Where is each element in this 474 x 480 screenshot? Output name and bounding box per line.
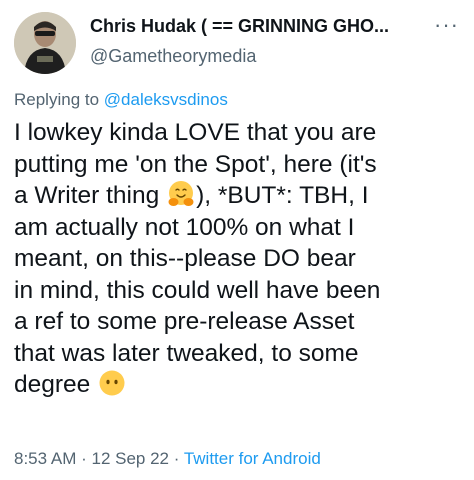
avatar[interactable] — [14, 12, 76, 74]
tweet-line: putting me 'on the Spot', here (it's — [14, 150, 377, 178]
tweet-line: in mind, this could well have been — [14, 276, 381, 304]
tweet-line: a Writer thing ), *BUT*: TBH, I — [14, 180, 466, 212]
replying-to-label: Replying to — [14, 90, 104, 109]
tweet-line-text: degree — [14, 371, 98, 398]
tweet-text: I lowkey kinda LOVE that you are putting … — [14, 117, 466, 401]
replying-to: Replying to @daleksvsdinos — [14, 90, 228, 110]
more-horizontal-icon[interactable]: ··· — [434, 12, 459, 38]
tweet-date[interactable]: 12 Sep 22 — [91, 449, 169, 468]
tweet-line: I lowkey kinda LOVE that you are — [14, 119, 377, 146]
face-without-mouth-emoji-icon — [98, 369, 126, 397]
tweet-line: meant, on this--please DO bear — [14, 245, 356, 272]
meta-separator: · — [76, 449, 92, 468]
author-handle[interactable]: @Gametheorymedia — [90, 46, 256, 67]
tweet-metadata: 8:53 AM · 12 Sep 22 · Twitter for Androi… — [14, 449, 321, 469]
hugging-face-emoji-icon — [167, 180, 195, 208]
tweet-line: a ref to some pre-release Asset — [14, 308, 355, 335]
meta-separator: · — [169, 449, 184, 468]
tweet-line: am actually not 100% on what I — [14, 213, 355, 241]
author-display-name[interactable]: Chris Hudak ( == GRINNING GHO... — [90, 16, 389, 37]
tweet-line: degree — [14, 369, 466, 401]
tweet-header: Chris Hudak ( == GRINNING GHO... @Gameth… — [14, 10, 464, 82]
tweet-source-link[interactable]: Twitter for Android — [184, 449, 321, 468]
reply-to-handle-link[interactable]: @daleksvsdinos — [104, 90, 228, 109]
tweet-time[interactable]: 8:53 AM — [14, 449, 76, 468]
tweet-line-text: a Writer thing — [14, 182, 167, 209]
tweet-line: that was later tweaked, to some — [14, 339, 359, 367]
tweet: Chris Hudak ( == GRINNING GHO... @Gameth… — [0, 0, 474, 480]
tweet-line-text: ), *BUT*: TBH, I — [196, 182, 369, 209]
